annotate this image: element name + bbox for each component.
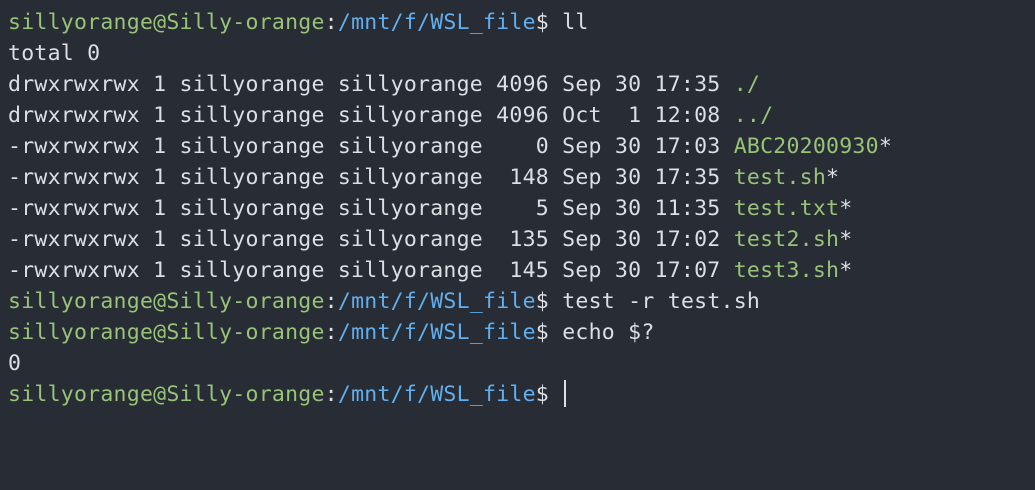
command-text: test -r test.sh [549, 289, 761, 314]
listing-row: -rwxrwxrwx 1 sillyorange sillyorange 5 S… [8, 193, 1035, 224]
listing-filename: ./ [733, 72, 761, 97]
output-text: 0 [8, 351, 22, 376]
prompt-line: sillyorange@Silly-orange:/mnt/f/WSL_file… [8, 317, 1035, 348]
output-line: total 0 [8, 38, 1035, 69]
listing-row: -rwxrwxrwx 1 sillyorange sillyorange 0 S… [8, 131, 1035, 162]
listing-row: -rwxrwxrwx 1 sillyorange sillyorange 135… [8, 224, 1035, 255]
prompt-path: /mnt/f/WSL_file [337, 289, 536, 314]
prompt-symbol: $ [535, 320, 549, 345]
prompt-symbol: $ [535, 382, 549, 407]
listing-info: drwxrwxrwx 1 sillyorange sillyorange 409… [8, 103, 734, 128]
listing-exec-marker: * [826, 165, 840, 190]
listing-info: -rwxrwxrwx 1 sillyorange sillyorange 148… [8, 165, 734, 190]
prompt-separator: : [324, 289, 338, 314]
listing-exec-marker: * [839, 258, 853, 283]
command-text: echo $? [549, 320, 655, 345]
prompt-symbol: $ [535, 289, 549, 314]
listing-filename: ABC20200930 [733, 134, 879, 159]
prompt-user-host: sillyorange@Silly-orange [8, 10, 325, 35]
terminal-window[interactable]: sillyorange@Silly-orange:/mnt/f/WSL_file… [0, 0, 1035, 490]
listing-row: -rwxrwxrwx 1 sillyorange sillyorange 145… [8, 255, 1035, 286]
listing-filename: test.txt [733, 196, 840, 221]
prompt-user-host: sillyorange@Silly-orange [8, 382, 325, 407]
prompt-line: sillyorange@Silly-orange:/mnt/f/WSL_file… [8, 379, 1035, 410]
listing-info: -rwxrwxrwx 1 sillyorange sillyorange 135… [8, 227, 734, 252]
listing-info: -rwxrwxrwx 1 sillyorange sillyorange 145… [8, 258, 734, 283]
listing-exec-marker: * [839, 196, 853, 221]
prompt-path: /mnt/f/WSL_file [337, 382, 536, 407]
output-text: total 0 [8, 41, 101, 66]
listing-info: drwxrwxrwx 1 sillyorange sillyorange 409… [8, 72, 734, 97]
listing-filename: ../ [733, 103, 774, 128]
listing-filename: test.sh [733, 165, 827, 190]
listing-exec-marker: * [878, 134, 893, 159]
listing-row: drwxrwxrwx 1 sillyorange sillyorange 409… [8, 100, 1035, 131]
prompt-line: sillyorange@Silly-orange:/mnt/f/WSL_file… [8, 7, 1035, 38]
listing-filename: test2.sh [733, 227, 840, 252]
listing-filename: test3.sh [733, 258, 840, 283]
listing-info: -rwxrwxrwx 1 sillyorange sillyorange 0 S… [8, 134, 734, 159]
prompt-line: sillyorange@Silly-orange:/mnt/f/WSL_file… [8, 286, 1035, 317]
listing-exec-marker: * [839, 227, 853, 252]
prompt-user-host: sillyorange@Silly-orange [8, 289, 325, 314]
command-text [549, 382, 562, 407]
listing-row: drwxrwxrwx 1 sillyorange sillyorange 409… [8, 69, 1035, 100]
prompt-separator: : [324, 320, 338, 345]
prompt-path: /mnt/f/WSL_file [337, 320, 536, 345]
prompt-symbol: $ [535, 10, 549, 35]
text-cursor[interactable] [564, 380, 567, 407]
output-line: 0 [8, 348, 1035, 379]
prompt-separator: : [324, 10, 338, 35]
command-text: ll [549, 10, 589, 35]
prompt-separator: : [324, 382, 338, 407]
listing-row: -rwxrwxrwx 1 sillyorange sillyorange 148… [8, 162, 1035, 193]
listing-info: -rwxrwxrwx 1 sillyorange sillyorange 5 S… [8, 196, 734, 221]
prompt-user-host: sillyorange@Silly-orange [8, 320, 325, 345]
prompt-path: /mnt/f/WSL_file [337, 10, 536, 35]
